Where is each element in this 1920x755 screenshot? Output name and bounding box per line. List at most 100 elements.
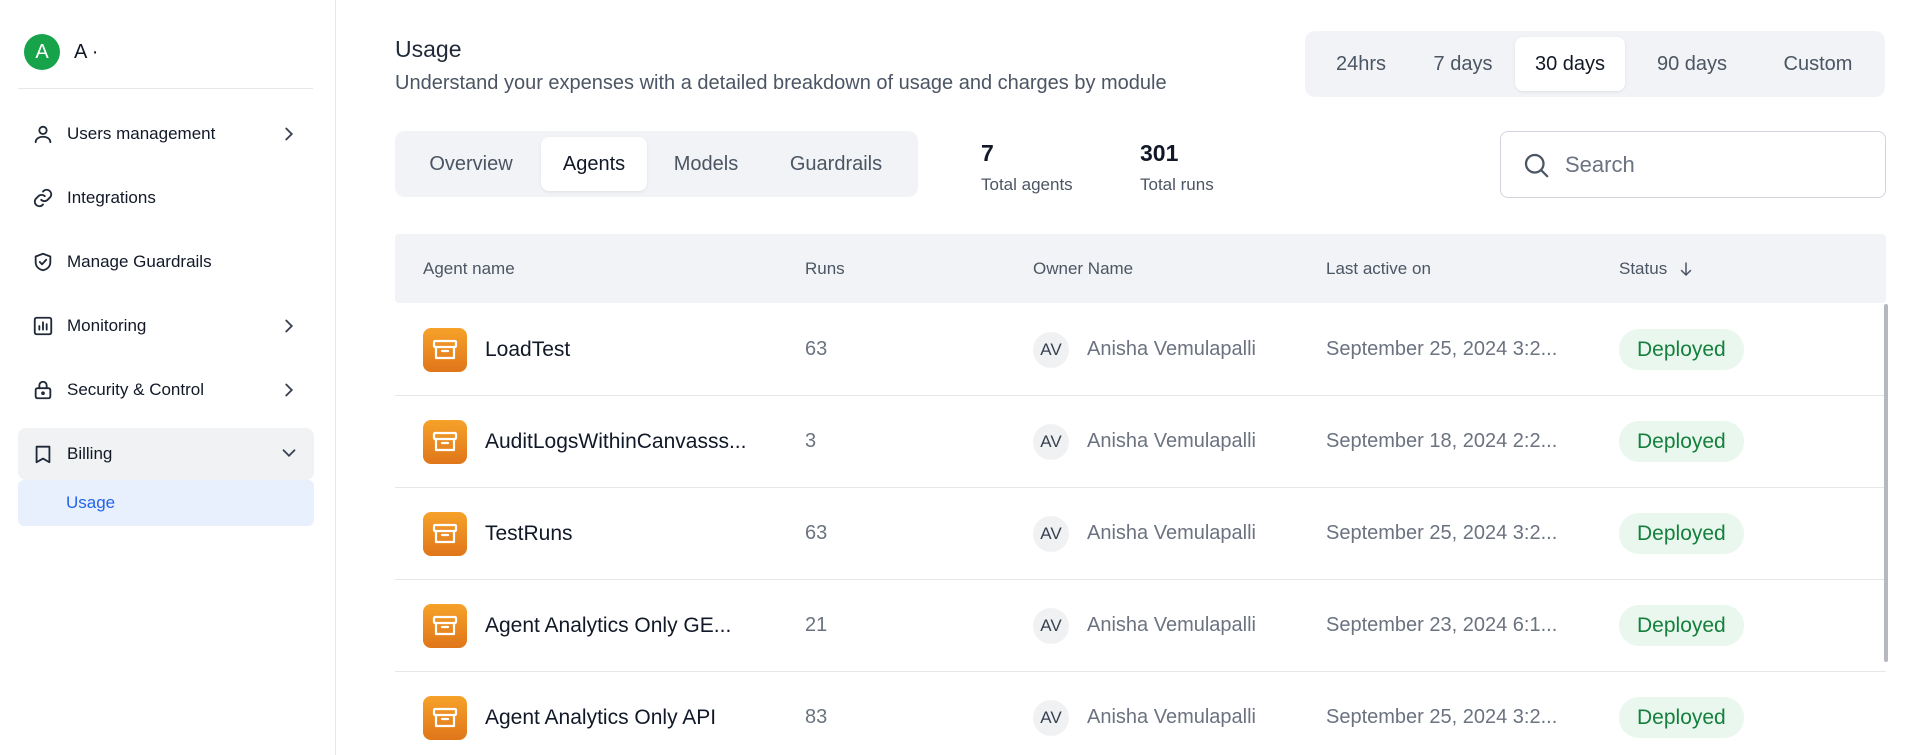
org-switcher[interactable]: A A · — [24, 34, 98, 70]
range-7-days-button[interactable]: 7 days — [1411, 37, 1515, 91]
agent-archive-icon — [423, 419, 467, 464]
org-name: A · — [74, 40, 99, 63]
page-title: Usage — [395, 36, 462, 62]
status-cell: Deployed — [1619, 304, 1744, 395]
stat-total-runs: 301 Total runs — [1140, 140, 1214, 195]
status-badge: Deployed — [1619, 605, 1744, 646]
status-cell: Deployed — [1619, 488, 1744, 579]
last-active-cell: September 23, 2024 6:1... — [1326, 614, 1558, 636]
search-input[interactable] — [1565, 151, 1865, 178]
owner-cell: AV Anisha Vemulapalli — [1033, 672, 1256, 755]
table-row[interactable]: TestRuns 63 AV Anisha Vemulapalli September … — [395, 488, 1886, 580]
sidebar-item-label: Billing — [67, 444, 113, 463]
column-header-agent-name[interactable]: Agent name — [423, 234, 515, 303]
runs-cell: 63 — [805, 338, 828, 360]
sidebar-item-label: Integrations — [67, 188, 156, 207]
agent-archive-icon — [423, 695, 467, 740]
agent-name-link[interactable]: TestRuns — [485, 522, 573, 546]
status-cell: Deployed — [1619, 396, 1744, 487]
sidebar-item-integrations[interactable]: Integrations — [18, 173, 314, 223]
table-row[interactable]: LoadTest 63 AV Anisha Vemulapalli September … — [395, 304, 1886, 396]
search-icon — [1524, 153, 1549, 177]
agent-name-link[interactable]: LoadTest — [485, 338, 570, 362]
lock-icon — [31, 378, 55, 402]
column-header-owner-name[interactable]: Owner Name — [1033, 234, 1133, 303]
arrow-down-icon — [1680, 261, 1692, 276]
status-cell: Deployed — [1619, 580, 1744, 671]
status-badge: Deployed — [1619, 329, 1744, 370]
table-scrollbar[interactable] — [1884, 304, 1888, 662]
table-row[interactable]: Agent Analytics Only API 83 AV Anisha Vemul… — [395, 672, 1886, 755]
status-badge: Deployed — [1619, 421, 1744, 462]
agent-name-cell: TestRuns — [423, 488, 573, 579]
avatar: AV — [1033, 331, 1069, 368]
last-active-cell: September 18, 2024 2:2... — [1326, 430, 1558, 452]
chevron-right-icon — [285, 319, 294, 333]
runs-cell: 63 — [805, 522, 828, 544]
tab-overview[interactable]: Overview — [401, 137, 541, 191]
last-active-cell: September 25, 2024 3:2... — [1326, 522, 1558, 544]
range-custom-button[interactable]: Custom — [1759, 37, 1877, 91]
sidebar-divider — [18, 88, 313, 89]
stat-total-agents: 7 Total agents — [981, 140, 1073, 195]
column-header-runs[interactable]: Runs — [805, 234, 845, 303]
status-cell: Deployed — [1619, 672, 1744, 755]
search-box[interactable] — [1500, 131, 1886, 198]
sidebar-item-manage-guardrails[interactable]: Manage Guardrails — [18, 237, 314, 287]
status-badge: Deployed — [1619, 513, 1744, 554]
chevron-right-icon — [285, 127, 294, 141]
range-24hrs-button[interactable]: 24hrs — [1311, 37, 1411, 91]
sidebar-subitem-usage[interactable]: Usage — [18, 480, 314, 526]
owner-name: Anisha Vemulapalli — [1087, 522, 1256, 544]
runs-cell: 83 — [805, 706, 828, 728]
stat-value: 301 — [1140, 140, 1179, 166]
sidebar-item-label: Monitoring — [67, 316, 147, 335]
sidebar: A A · Users management Integrations Mana… — [0, 0, 336, 755]
sidebar-item-security-control[interactable]: Security & Control — [18, 365, 314, 415]
avatar: AV — [1033, 423, 1069, 460]
chevron-down-icon — [282, 449, 296, 458]
avatar: AV — [1033, 699, 1069, 736]
runs-cell: 3 — [805, 430, 817, 452]
book-icon — [31, 442, 55, 466]
sidebar-item-billing[interactable]: Billing — [18, 428, 314, 480]
module-tabs: Overview Agents Models Guardrails — [395, 131, 918, 197]
agent-name-link[interactable]: Agent Analytics Only API — [485, 706, 716, 730]
stat-value: 7 — [981, 140, 994, 166]
column-header-label: Status — [1619, 258, 1668, 278]
tab-agents[interactable]: Agents — [541, 137, 647, 191]
sidebar-item-label: Users management — [67, 124, 216, 143]
table-row[interactable]: Agent Analytics Only GE... 21 AV Anisha Vem… — [395, 580, 1886, 672]
link-icon — [31, 186, 55, 210]
column-header-status[interactable]: Status — [1619, 234, 1695, 303]
last-active-cell: September 25, 2024 3:2... — [1326, 706, 1558, 728]
tab-models[interactable]: Models — [647, 137, 765, 191]
owner-cell: AV Anisha Vemulapalli — [1033, 488, 1256, 579]
range-30-days-button[interactable]: 30 days — [1515, 37, 1625, 91]
agent-name-link[interactable]: Agent Analytics Only GE... — [485, 614, 731, 638]
owner-name: Anisha Vemulapalli — [1087, 430, 1256, 452]
tab-guardrails[interactable]: Guardrails — [765, 137, 907, 191]
agent-archive-icon — [423, 511, 467, 556]
agent-archive-icon — [423, 603, 467, 648]
user-icon — [31, 122, 55, 146]
agent-name-cell: LoadTest — [423, 304, 570, 395]
agent-name-link[interactable]: AuditLogsWithinCanvasss... — [485, 430, 746, 454]
sidebar-item-users-management[interactable]: Users management — [18, 109, 314, 159]
sidebar-item-label: Manage Guardrails — [67, 252, 212, 271]
page-subtitle: Understand your expenses with a detailed… — [395, 72, 1167, 94]
table-row[interactable]: AuditLogsWithinCanvasss... 3 AV Anisha Vemu… — [395, 396, 1886, 488]
sidebar-item-label: Security & Control — [67, 380, 204, 399]
table-header: Agent name Runs Owner Name Last active o… — [395, 234, 1886, 303]
avatar: AV — [1033, 515, 1069, 552]
agent-archive-icon — [423, 327, 467, 372]
column-header-last-active[interactable]: Last active on — [1326, 234, 1431, 303]
bar-chart-icon — [31, 314, 55, 338]
range-90-days-button[interactable]: 90 days — [1625, 37, 1759, 91]
sidebar-item-monitoring[interactable]: Monitoring — [18, 301, 314, 351]
owner-cell: AV Anisha Vemulapalli — [1033, 580, 1256, 671]
stat-label: Total agents — [981, 175, 1073, 194]
agent-name-cell: Agent Analytics Only GE... — [423, 580, 731, 671]
org-avatar: A — [24, 34, 60, 70]
stat-label: Total runs — [1140, 175, 1214, 194]
